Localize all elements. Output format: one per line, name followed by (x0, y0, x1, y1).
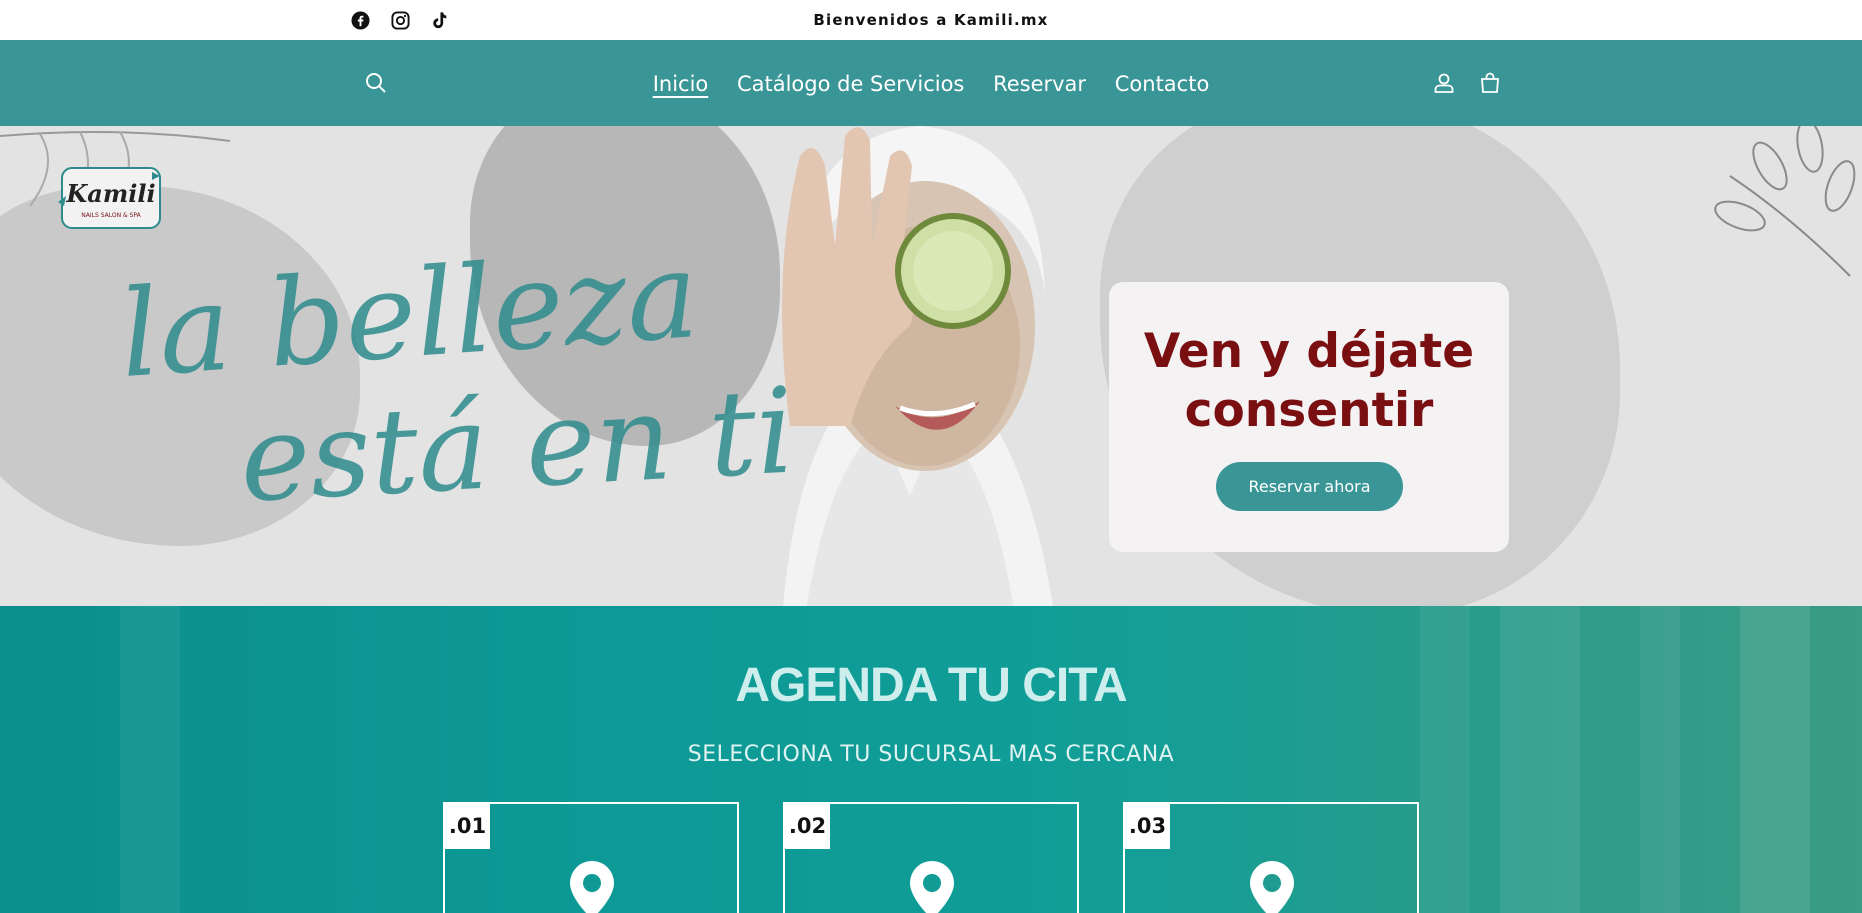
hero-banner: Kamili NAILS SALON & SPA la belleza está… (0, 126, 1862, 606)
location-card-01[interactable]: .01 (443, 802, 739, 913)
nav-link-inicio[interactable]: Inicio (653, 72, 709, 96)
book-now-button[interactable]: Reservar ahora (1216, 462, 1403, 511)
welcome-text: Bienvenidos a Kamili.mx (813, 11, 1049, 29)
kamili-logo[interactable]: Kamili NAILS SALON & SPA (56, 162, 166, 229)
nav-link-contacto[interactable]: Contacto (1115, 72, 1210, 96)
main-navigation: Inicio Catálogo de Servicios Reservar Co… (0, 72, 1862, 96)
hero-card: Ven y déjate consentir Reservar ahora (1109, 282, 1509, 552)
hero-script-line-2: está en ti (236, 361, 798, 529)
nav-link-catalogo[interactable]: Catálogo de Servicios (737, 72, 964, 96)
map-pin-icon (570, 861, 614, 913)
leaf-decoration (1714, 126, 1856, 277)
location-card-02[interactable]: .02 (783, 802, 1079, 913)
main-header: Inicio Catálogo de Servicios Reservar Co… (0, 40, 1862, 126)
agenda-section: AGENDA TU CITA SELECCIONA TU SUCURSAL MA… (0, 606, 1862, 913)
hero-card-title: Ven y déjate consentir (1143, 324, 1475, 438)
svg-text:NAILS SALON & SPA: NAILS SALON & SPA (81, 212, 141, 219)
account-icon[interactable] (1430, 69, 1458, 97)
map-pin-icon (1250, 861, 1294, 913)
location-number: .02 (785, 804, 830, 849)
cart-icon[interactable] (1476, 69, 1504, 97)
nav-link-reservar[interactable]: Reservar (993, 72, 1086, 96)
location-number: .01 (445, 804, 490, 849)
map-pin-icon (910, 861, 954, 913)
agenda-subtitle: SELECCIONA TU SUCURSAL MAS CERCANA (687, 742, 1175, 767)
announcement-bar: Bienvenidos a Kamili.mx (0, 0, 1862, 40)
location-number: .03 (1125, 804, 1170, 849)
location-card-03[interactable]: .03 (1123, 802, 1419, 913)
agenda-title: AGENDA TU CITA (735, 659, 1127, 712)
svg-text:Kamili: Kamili (65, 179, 155, 208)
